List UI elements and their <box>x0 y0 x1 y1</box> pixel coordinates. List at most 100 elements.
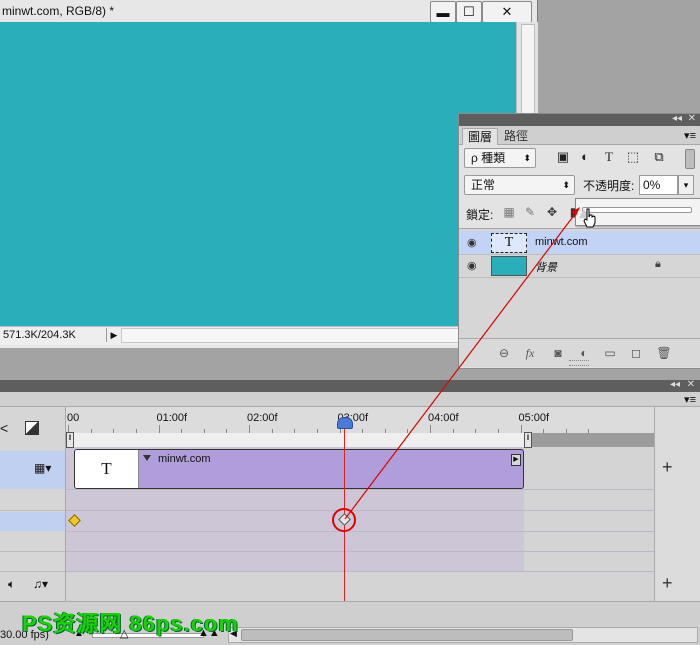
fx-icon[interactable]: fx <box>521 346 539 361</box>
new-layer-icon[interactable]: ◻ <box>627 346 645 360</box>
tab-paths[interactable]: 路徑 <box>499 128 533 144</box>
filter-kind-dropdown[interactable]: ρ 種類 ⬍ <box>464 148 536 168</box>
ruler-tick <box>430 425 431 433</box>
close-button[interactable]: ✕ <box>482 1 532 23</box>
document-size-status: 571.3K/204.3K <box>3 329 76 341</box>
document-canvas[interactable] <box>0 22 516 326</box>
work-area-end-handle[interactable]: ‖ <box>524 432 532 448</box>
layer-thumbnail-text-icon: T <box>491 233 527 253</box>
track-row <box>0 531 65 552</box>
opacity-slider-track[interactable] <box>582 207 692 213</box>
panel-title-bar[interactable]: ◂◂ ✕ <box>459 113 700 126</box>
row-divider <box>66 531 654 532</box>
scroll-thumb[interactable] <box>241 629 573 641</box>
layers-panel: ◂◂ ✕ 圖層 路徑 ▾≡ ρ 種類 ⬍ ▣ ◐ T ⬚ ⧉ 正常 ⬍ 不透明度… <box>458 113 700 369</box>
row-divider <box>66 510 654 511</box>
work-area-outside <box>526 433 654 447</box>
property-row-selected[interactable] <box>0 512 65 531</box>
lock-move-icon[interactable]: ✥ <box>545 205 559 219</box>
status-menu-arrow-icon[interactable]: ▶ <box>106 328 121 342</box>
opacity-label: 不透明度: <box>583 179 635 193</box>
track-header-selected[interactable] <box>0 451 65 489</box>
clip-expand-icon[interactable] <box>143 455 151 461</box>
row-divider <box>66 571 654 572</box>
panel-menu-icon[interactable]: ▾≡ <box>684 393 696 406</box>
ruler-tick <box>158 425 160 433</box>
eye-icon[interactable]: ◉ <box>467 259 477 272</box>
timeline-tracks: 00 01:00f 02:00f 03:00f 04:00f 05:00f ‖ ‖ T m… <box>66 407 654 601</box>
ruler-tick <box>249 425 250 433</box>
opacity-input[interactable]: 0% <box>639 175 678 195</box>
ruler-tick-label: 04:00f <box>428 412 459 424</box>
time-ruler[interactable]: 00 01:00f 02:00f 03:00f 04:00f 05:00f <box>66 407 654 434</box>
adjustment-icon[interactable]: ◐ <box>577 149 593 165</box>
chevron-updown-icon: ⬍ <box>562 180 570 190</box>
collapse-icon[interactable]: ◂◂ <box>670 379 680 390</box>
layer-row-background[interactable]: ◉ 背景 🔒︎ <box>459 254 700 278</box>
lock-paint-icon[interactable]: ✎ <box>523 205 537 219</box>
playhead-handle[interactable] <box>337 417 353 429</box>
row-divider <box>66 489 654 490</box>
go-back-icon[interactable]: < <box>0 420 8 436</box>
lock-label: 鎖定: <box>466 208 494 222</box>
folder-icon[interactable]: ▭ <box>601 346 619 360</box>
blend-mode-dropdown[interactable]: 正常 ⬍ <box>464 175 575 195</box>
timeline-horizontal-scrollbar[interactable]: ◀ <box>228 627 698 643</box>
filter-kind-label: ρ 種類 <box>471 151 506 165</box>
clip-label: minwt.com <box>158 453 211 465</box>
clip-end-arrow-icon[interactable]: ▶ <box>511 454 521 466</box>
ruler-tick-label: 05:00f <box>518 412 550 424</box>
image-icon[interactable]: ▣ <box>555 149 571 165</box>
minimize-button[interactable]: ▬ <box>430 1 456 23</box>
add-audio-button[interactable]: + <box>662 573 673 594</box>
ruler-tick-label: 02:00f <box>247 412 278 424</box>
split-clip-icon[interactable] <box>25 421 39 435</box>
timeline-tabs: ▾≡ <box>0 392 700 407</box>
collapse-icon[interactable]: ◂◂ <box>672 113 682 124</box>
ruler-tick-label: 00 <box>67 412 80 424</box>
timeline-layer-controls <box>0 407 66 601</box>
close-icon[interactable]: ✕ <box>688 113 696 124</box>
work-area-start-handle[interactable]: ‖ <box>66 432 74 448</box>
panel-tabs: 圖層 路徑 ▾≡ <box>459 126 700 145</box>
ruler-tick-label: 01:00f <box>156 412 188 424</box>
tab-layers[interactable]: 圖層 <box>462 128 499 145</box>
layer-row-text[interactable]: ◉ T minwt.com <box>459 231 700 255</box>
panel-menu-icon[interactable]: ▾≡ <box>684 129 696 142</box>
link-icon[interactable]: ⊖ <box>495 346 513 360</box>
row-divider <box>66 551 654 552</box>
layer-name: 背景 <box>535 262 557 274</box>
filter-toggle[interactable] <box>685 149 695 169</box>
lock-transparency-icon[interactable]: ▦ <box>502 205 516 219</box>
timeline-add-column: + + <box>654 407 700 601</box>
track-row <box>0 490 65 511</box>
maximize-button[interactable]: ☐ <box>456 1 482 23</box>
adjustment-layer-icon[interactable]: ◐ <box>575 346 593 360</box>
audio-icon[interactable]: 🔈︎ <box>8 577 15 592</box>
document-title: minwt.com, RGB/8) * <box>2 4 115 18</box>
layer-list: ◉ T minwt.com ◉ 背景 🔒︎ <box>459 228 700 339</box>
chevron-updown-icon: ⬍ <box>523 153 531 163</box>
type-icon[interactable]: T <box>601 149 617 165</box>
clip-thumbnail: T <box>75 450 139 488</box>
video-clip[interactable]: T minwt.com ▶ <box>74 449 524 489</box>
resize-grip-icon[interactable] <box>569 360 589 366</box>
lock-icon: 🔒︎ <box>655 258 661 270</box>
blend-mode-label: 正常 <box>471 178 496 192</box>
trash-icon[interactable]: 🗑︎ <box>655 346 673 360</box>
hand-cursor-icon <box>583 208 596 228</box>
music-note-icon[interactable]: ♫▾ <box>33 577 48 591</box>
mask-icon[interactable]: ◙ <box>549 346 567 360</box>
eye-icon[interactable]: ◉ <box>467 236 477 249</box>
status-bar: 571.3K/204.3K ▶ <box>0 326 537 345</box>
opacity-dropdown-button[interactable]: ▾ <box>678 175 694 195</box>
smart-object-icon[interactable]: ⧉ <box>651 149 667 165</box>
layer-thumbnail <box>491 256 527 276</box>
layer-name: minwt.com <box>535 236 588 248</box>
keyframe-highlight-circle <box>332 508 356 532</box>
film-strip-icon[interactable]: ▦▾ <box>34 461 51 475</box>
shape-icon[interactable]: ⬚ <box>625 149 641 165</box>
close-icon[interactable]: ✕ <box>687 379 695 390</box>
timeline-title-bar[interactable]: ◂◂ ✕ <box>0 379 700 392</box>
add-media-button[interactable]: + <box>662 457 673 478</box>
